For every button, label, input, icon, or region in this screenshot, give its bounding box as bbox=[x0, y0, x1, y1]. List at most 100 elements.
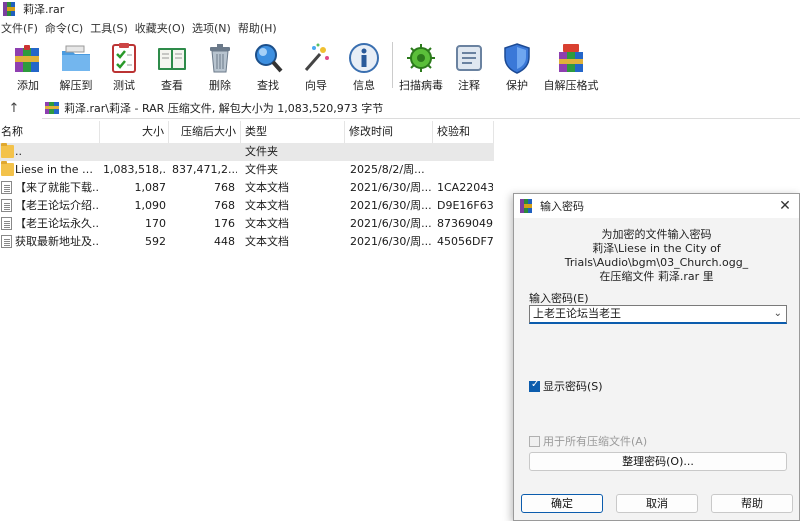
file-modified: 2021/6/30/周... bbox=[350, 199, 432, 212]
archive-icon bbox=[45, 101, 59, 115]
folder-icon bbox=[1, 143, 14, 158]
menu-file[interactable]: 文件(F) bbox=[0, 20, 43, 38]
file-modified: 2021/6/30/周... bbox=[350, 235, 432, 248]
file-name: .. bbox=[15, 145, 22, 158]
file-name: 【老王论坛介绍... bbox=[15, 199, 99, 212]
wizard-wand-icon bbox=[300, 42, 332, 74]
organize-passwords-button[interactable]: 整理密码(O)... bbox=[529, 452, 787, 471]
table-row-parent[interactable]: .. 文件夹 bbox=[0, 143, 494, 161]
text-document-icon bbox=[1, 199, 12, 212]
winrar-app-icon bbox=[520, 199, 534, 213]
info-button[interactable]: 信息 bbox=[340, 40, 388, 92]
add-archive-icon bbox=[12, 42, 44, 74]
menu-options[interactable]: 选项(N) bbox=[191, 20, 236, 38]
wizard-button-label: 向导 bbox=[305, 79, 327, 92]
file-packed: 448 bbox=[214, 235, 235, 248]
menu-commands[interactable]: 命令(C) bbox=[44, 20, 88, 38]
add-button-label: 添加 bbox=[17, 79, 39, 92]
show-password-label: 显示密码(S) bbox=[543, 380, 603, 393]
wizard-button[interactable]: 向导 bbox=[292, 40, 340, 92]
protect-button[interactable]: 保护 bbox=[493, 40, 541, 92]
use-for-all-checkbox[interactable]: 用于所有压缩文件(A) bbox=[529, 433, 647, 449]
test-button-label: 测试 bbox=[113, 79, 135, 92]
column-modified[interactable]: 修改时间 bbox=[345, 121, 433, 143]
text-document-icon bbox=[1, 217, 12, 230]
column-name[interactable]: 名称 bbox=[0, 121, 100, 143]
file-size: 1,083,518,... bbox=[103, 163, 166, 176]
info-line-2: 莉泽\Liese in the City of Trials\Audio\bgm… bbox=[564, 242, 749, 269]
dialog-title: 输入密码 bbox=[540, 200, 584, 213]
delete-button[interactable]: 删除 bbox=[196, 40, 244, 92]
test-button[interactable]: 测试 bbox=[100, 40, 148, 92]
file-type: 文件夹 bbox=[245, 163, 278, 176]
comment-button[interactable]: 注释 bbox=[445, 40, 493, 92]
up-arrow-icon[interactable]: ↑ bbox=[0, 97, 28, 119]
address-bar: ↑ 莉泽.rar\莉泽 - RAR 压缩文件, 解包大小为 1,083,520,… bbox=[0, 96, 800, 120]
checkbox-checked-icon bbox=[529, 379, 540, 392]
checkbox-unchecked-icon bbox=[529, 435, 540, 447]
view-button-label: 查看 bbox=[161, 79, 183, 92]
show-password-checkbox[interactable]: 显示密码(S) bbox=[529, 378, 603, 394]
password-input[interactable]: 上老王论坛当老王 ⌄ bbox=[529, 305, 787, 324]
view-book-icon bbox=[156, 42, 188, 74]
add-button[interactable]: 添加 bbox=[4, 40, 52, 92]
toolbar-separator bbox=[392, 42, 393, 88]
info-button-label: 信息 bbox=[353, 79, 375, 92]
menu-tools[interactable]: 工具(S) bbox=[89, 20, 133, 38]
window-title: 莉泽.rar bbox=[23, 3, 65, 16]
extract-to-folder-icon bbox=[60, 42, 92, 74]
text-document-icon bbox=[1, 181, 12, 194]
scan-virus-button[interactable]: 扫描病毒 bbox=[397, 40, 445, 92]
winrar-app-icon bbox=[3, 2, 17, 16]
column-crc[interactable]: 校验和 bbox=[433, 121, 494, 143]
test-checklist-icon bbox=[108, 42, 140, 74]
ok-button[interactable]: 确定 bbox=[521, 494, 603, 513]
sfx-archive-icon bbox=[555, 42, 587, 74]
chevron-down-icon[interactable]: ⌄ bbox=[774, 306, 782, 322]
file-crc: 45056DF7 bbox=[437, 235, 493, 248]
address-field[interactable]: 莉泽.rar\莉泽 - RAR 压缩文件, 解包大小为 1,083,520,97… bbox=[42, 97, 800, 119]
search-magnifier-icon bbox=[252, 42, 284, 74]
help-button[interactable]: 帮助 bbox=[711, 494, 793, 513]
sfx-button-label: 自解压格式 bbox=[543, 79, 599, 92]
close-icon[interactable]: ✕ bbox=[775, 196, 795, 216]
dialog-info: 为加密的文件输入密码 莉泽\Liese in the City of Trial… bbox=[514, 228, 799, 284]
find-button-label: 查找 bbox=[257, 79, 279, 92]
file-crc: D9E16F63 bbox=[437, 199, 493, 212]
file-packed: 837,471,2... bbox=[172, 163, 237, 176]
protect-button-label: 保护 bbox=[506, 79, 528, 92]
extract-to-button[interactable]: 解压到 bbox=[52, 40, 100, 92]
file-type: 文本文档 bbox=[245, 199, 289, 212]
use-for-all-label: 用于所有压缩文件(A) bbox=[543, 435, 648, 448]
info-line-1: 为加密的文件输入密码 bbox=[601, 228, 712, 241]
trash-icon bbox=[204, 42, 236, 74]
menu-bar: 文件(F) 命令(C) 工具(S) 收藏夹(O) 选项(N) 帮助(H) bbox=[0, 20, 283, 38]
table-row[interactable]: Liese in the City of Trials 1,083,518,..… bbox=[0, 161, 800, 179]
view-button[interactable]: 查看 bbox=[148, 40, 196, 92]
virus-scan-icon bbox=[405, 42, 437, 74]
file-modified: 2021/6/30/周... bbox=[350, 181, 432, 194]
column-packed[interactable]: 压缩后大小 bbox=[169, 121, 241, 143]
find-button[interactable]: 查找 bbox=[244, 40, 292, 92]
column-type[interactable]: 类型 bbox=[241, 121, 345, 143]
menu-favorites[interactable]: 收藏夹(O) bbox=[134, 20, 190, 38]
comment-icon bbox=[453, 42, 485, 74]
cancel-button[interactable]: 取消 bbox=[616, 494, 698, 513]
sfx-button[interactable]: 自解压格式 bbox=[541, 40, 601, 92]
file-name: 获取最新地址及... bbox=[15, 235, 99, 248]
menu-help[interactable]: 帮助(H) bbox=[237, 20, 282, 38]
file-packed: 768 bbox=[214, 181, 235, 194]
file-type: 文本文档 bbox=[245, 217, 289, 230]
file-size: 592 bbox=[145, 235, 166, 248]
file-name: 【老王论坛永久... bbox=[15, 217, 99, 230]
dialog-title-bar: 输入密码 ✕ bbox=[514, 194, 799, 218]
password-label: 输入密码(E) bbox=[529, 292, 589, 305]
toolbar: 添加 解压到 测试 查看 删除 查找 向导 信息 扫描病毒 注释 保护 自解压格… bbox=[0, 40, 800, 92]
password-dialog: 输入密码 ✕ 为加密的文件输入密码 莉泽\Liese in the City o… bbox=[513, 193, 800, 521]
file-size: 1,090 bbox=[134, 199, 167, 212]
file-crc: 1CA22043 bbox=[437, 181, 493, 194]
title-bar: 莉泽.rar bbox=[0, 0, 800, 18]
delete-button-label: 删除 bbox=[209, 79, 231, 92]
column-size[interactable]: 大小 bbox=[100, 121, 169, 143]
info-icon bbox=[348, 42, 380, 74]
